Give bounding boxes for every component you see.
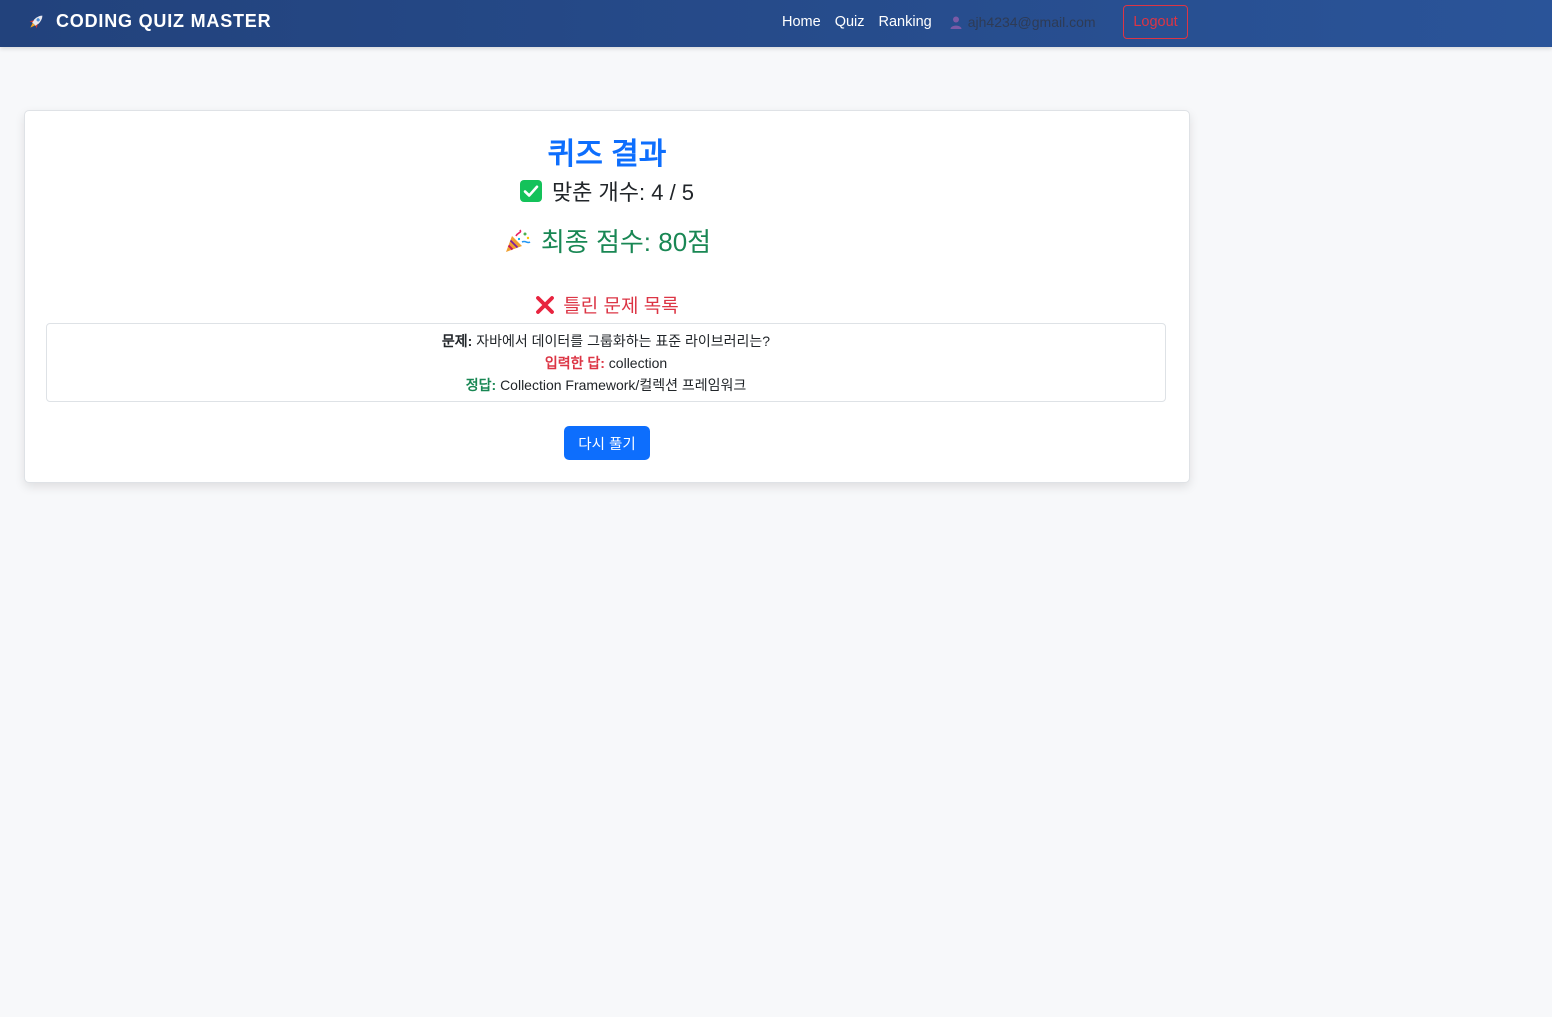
question-text: 자바에서 데이터를 그룹화하는 표준 라이브러리는?	[476, 333, 771, 349]
nav-link-home[interactable]: Home	[782, 14, 821, 30]
user-icon	[950, 16, 962, 29]
input-answer-text: collection	[608, 355, 668, 371]
rocket-icon	[29, 15, 43, 28]
correct-answer-row: 정답: Collection Framework/컬렉션 프레임워크	[47, 374, 1165, 396]
correct-count-text: 맞춘 개수: 4 / 5	[551, 180, 695, 205]
page-title: 퀴즈 결과	[547, 138, 667, 171]
wrong-question-item: 문제: 자바에서 데이터를 그룹화하는 표준 라이브러리는? 입력한 답: co…	[46, 323, 1166, 402]
check-mark-icon	[519, 180, 542, 202]
user-info: ajh4234@gmail.com	[950, 14, 1096, 30]
question-label: 문제:	[441, 333, 473, 349]
final-score: 최종 점수: 80점	[25, 222, 1189, 259]
final-score-text: 최종 점수: 80점	[540, 227, 712, 257]
nav-links: Home Quiz Ranking ajh4234@gmail.com	[782, 14, 1096, 30]
result-card: 퀴즈 결과 맞춘 개수: 4 / 5 최종 점수: 80점 틀린 문제 목록 문…	[24, 110, 1190, 483]
brand-link[interactable]: CODING QUIZ MASTER	[26, 11, 271, 32]
user-email: ajh4234@gmail.com	[967, 14, 1096, 30]
brand-name: CODING QUIZ MASTER	[56, 11, 272, 31]
nav-link-ranking[interactable]: Ranking	[879, 14, 932, 30]
navbar: CODING QUIZ MASTER Home Quiz Ranking ajh…	[0, 0, 1552, 47]
input-answer-row: 입력한 답: collection	[47, 352, 1165, 374]
wrong-questions-heading: 틀린 문제 목록	[25, 291, 1189, 318]
party-popper-icon	[505, 229, 531, 252]
correct-answer-label: 정답:	[465, 377, 497, 393]
retry-button[interactable]: 다시 풀기	[564, 426, 650, 460]
question-row: 문제: 자바에서 데이터를 그룹화하는 표준 라이브러리는?	[47, 330, 1165, 352]
wrong-heading-text: 틀린 문제 목록	[563, 296, 679, 317]
cross-mark-icon	[536, 295, 555, 314]
correct-count: 맞춘 개수: 4 / 5	[25, 175, 1189, 207]
nav-link-quiz[interactable]: Quiz	[835, 14, 865, 30]
logout-button[interactable]: Logout	[1123, 5, 1188, 39]
input-answer-label: 입력한 답:	[544, 355, 605, 371]
correct-answer-text: Collection Framework/컬렉션 프레임워크	[500, 377, 747, 393]
